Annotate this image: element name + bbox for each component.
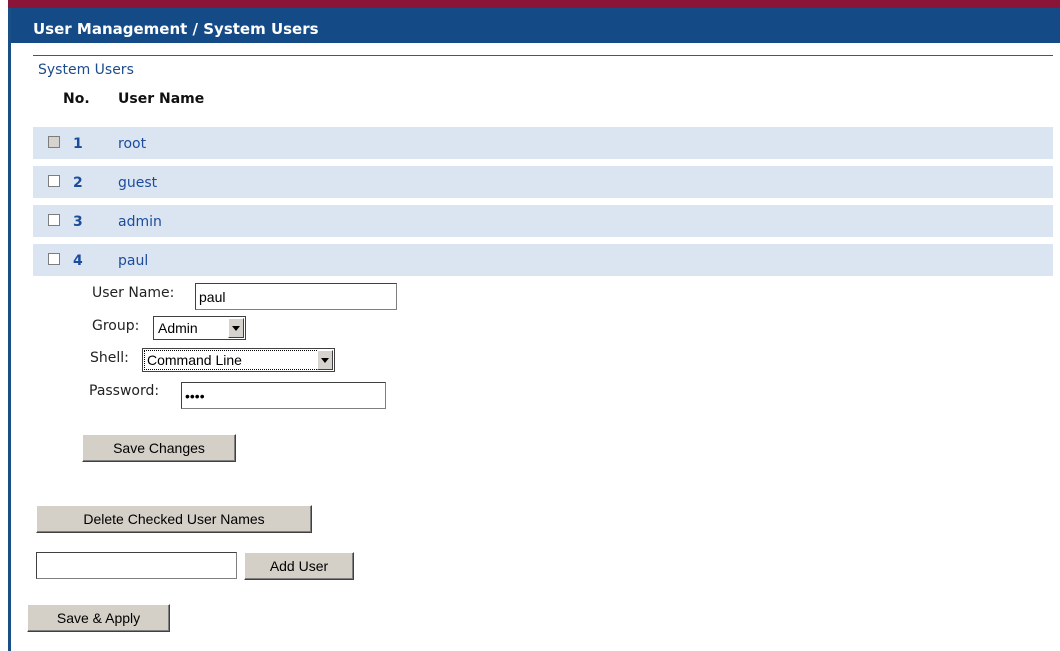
user-checkbox-1 <box>48 136 60 148</box>
shell-select[interactable]: Command Line <box>142 348 335 372</box>
group-select[interactable]: Admin <box>153 316 246 340</box>
password-label: Password: <box>89 383 160 399</box>
table-row: 4 paul <box>33 244 1053 276</box>
user-name-link[interactable]: admin <box>118 214 162 230</box>
table-row: 3 admin <box>33 205 1053 237</box>
user-checkbox-3[interactable] <box>48 214 60 226</box>
section-title: System Users <box>38 62 134 78</box>
top-accent-bar <box>8 0 1060 8</box>
page-title: User Management / System Users <box>33 20 319 38</box>
user-name-link[interactable]: root <box>118 136 146 152</box>
chevron-down-icon[interactable] <box>228 318 244 338</box>
row-number: 1 <box>73 136 83 152</box>
left-border-bar <box>8 8 11 651</box>
save-apply-button[interactable]: Save & Apply <box>27 604 170 632</box>
password-field[interactable] <box>181 382 386 409</box>
row-number: 2 <box>73 175 83 191</box>
save-changes-button[interactable]: Save Changes <box>82 434 236 462</box>
column-header-no: No. <box>63 91 90 107</box>
table-row: 2 guest <box>33 166 1053 198</box>
group-label: Group: <box>92 318 140 334</box>
column-header-user-name: User Name <box>118 91 205 107</box>
new-user-input[interactable] <box>36 552 237 579</box>
user-name-link[interactable]: paul <box>118 253 148 269</box>
user-name-link[interactable]: guest <box>118 175 157 191</box>
user-checkbox-2[interactable] <box>48 175 60 187</box>
add-user-button[interactable]: Add User <box>244 552 354 580</box>
username-label: User Name: <box>92 285 175 301</box>
user-checkbox-4[interactable] <box>48 253 60 265</box>
username-field[interactable] <box>195 283 397 310</box>
section-divider <box>33 55 1053 56</box>
row-number: 3 <box>73 214 83 230</box>
page-header: User Management / System Users <box>11 8 1060 43</box>
row-number: 4 <box>73 253 83 269</box>
table-row: 1 root <box>33 127 1053 159</box>
chevron-down-icon[interactable] <box>317 350 333 370</box>
shell-label: Shell: <box>90 350 129 366</box>
group-selected-value: Admin <box>158 320 198 336</box>
shell-selected-value: Command Line <box>147 352 242 368</box>
delete-checked-users-button[interactable]: Delete Checked User Names <box>36 505 312 533</box>
